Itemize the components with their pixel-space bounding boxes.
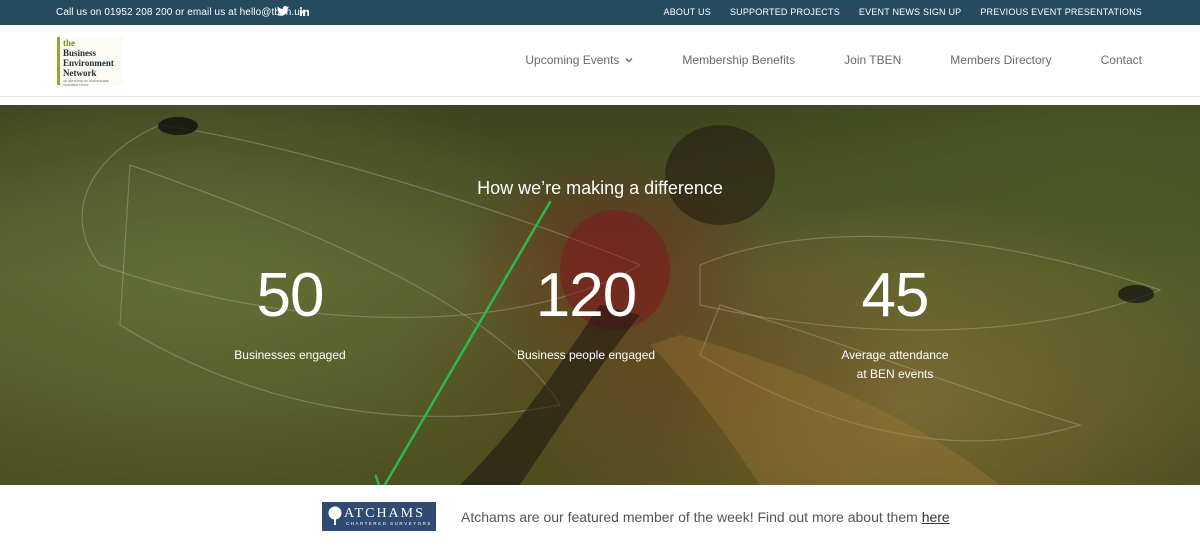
hero-banner: How we’re making a difference 50 Busines… — [0, 105, 1200, 485]
stat-value: 120 — [535, 261, 637, 330]
tree-icon — [328, 506, 342, 525]
main-header: the Business Environment Network AN INIT… — [0, 25, 1200, 97]
hero-title: How we’re making a difference — [477, 178, 723, 198]
logo-tagline: AN INITIATIVE OF SHROPSHIRE CHAMBER TRUS… — [63, 79, 109, 87]
twitter-icon[interactable] — [277, 6, 289, 16]
linkedin-icon[interactable] — [300, 6, 309, 16]
stat-business-people-engaged: 120 Business people engaged — [486, 260, 686, 365]
nav-contact[interactable]: Contact — [1101, 53, 1142, 67]
featured-member-message: Atchams are our featured member of the w… — [461, 509, 918, 525]
featured-member-bar: ATCHAMS CHARTERED SURVEYORS Atchams are … — [0, 485, 1200, 546]
contact-info: Call us on 01952 208 200 or email us at … — [56, 7, 305, 18]
logo-line-business: Business — [63, 48, 97, 58]
nav-upcoming-events[interactable]: Upcoming Events — [525, 53, 633, 67]
nav-upcoming-events-label: Upcoming Events — [525, 53, 620, 67]
nav-membership-benefits-label: Membership Benefits — [682, 53, 796, 67]
logo-line-environment: Environment — [63, 58, 114, 68]
top-link-about[interactable]: ABOUT US — [664, 7, 711, 17]
nav-join-tben-label: Join TBEN — [844, 53, 902, 67]
logo-line-network: Network — [63, 68, 97, 78]
stat-businesses-engaged: 50 Businesses engaged — [190, 260, 390, 365]
top-link-supported-projects[interactable]: SUPPORTED PROJECTS — [730, 7, 840, 17]
nav-membership-benefits[interactable]: Membership Benefits — [682, 53, 795, 67]
stat-average-attendance: 45 Average attendance at BEN events — [795, 260, 995, 384]
top-bar: Call us on 01952 208 200 or email us at … — [0, 0, 1200, 25]
nav-contact-label: Contact — [1100, 53, 1142, 67]
site-logo[interactable]: the Business Environment Network AN INIT… — [57, 37, 123, 87]
atchams-logo-subtitle: CHARTERED SURVEYORS — [346, 521, 432, 526]
featured-member-here-link[interactable]: here — [922, 509, 950, 525]
atchams-logo-name: ATCHAMS — [344, 506, 425, 521]
contact-mid: or email us at — [175, 7, 237, 18]
chevron-down-icon — [625, 58, 633, 63]
featured-member-text: Atchams are our featured member of the w… — [461, 509, 950, 525]
phone-number[interactable]: 01952 208 200 — [104, 7, 172, 18]
stat-value: 45 — [861, 261, 930, 330]
atchams-logo[interactable]: ATCHAMS CHARTERED SURVEYORS — [322, 502, 436, 531]
nav-join-tben[interactable]: Join TBEN — [844, 53, 901, 67]
main-nav: Upcoming Events Membership Benefits Join… — [525, 53, 1142, 67]
stat-value: 50 — [256, 261, 325, 330]
nav-members-directory-label: Members Directory — [950, 53, 1052, 67]
social-links — [277, 6, 309, 16]
stat-label: Business people engaged — [516, 348, 656, 362]
top-links: ABOUT US SUPPORTED PROJECTS EVENT NEWS S… — [664, 7, 1143, 17]
stat-label: Businesses engaged — [234, 348, 346, 362]
nav-members-directory[interactable]: Members Directory — [950, 53, 1051, 67]
logo-line-the: the — [63, 38, 75, 48]
stat-label: Average attendance at BEN events — [841, 348, 949, 381]
top-link-previous-presentations[interactable]: PREVIOUS EVENT PRESENTATIONS — [980, 7, 1142, 17]
contact-prefix: Call us on — [56, 7, 102, 18]
top-link-event-news-signup[interactable]: EVENT NEWS SIGN UP — [859, 7, 961, 17]
